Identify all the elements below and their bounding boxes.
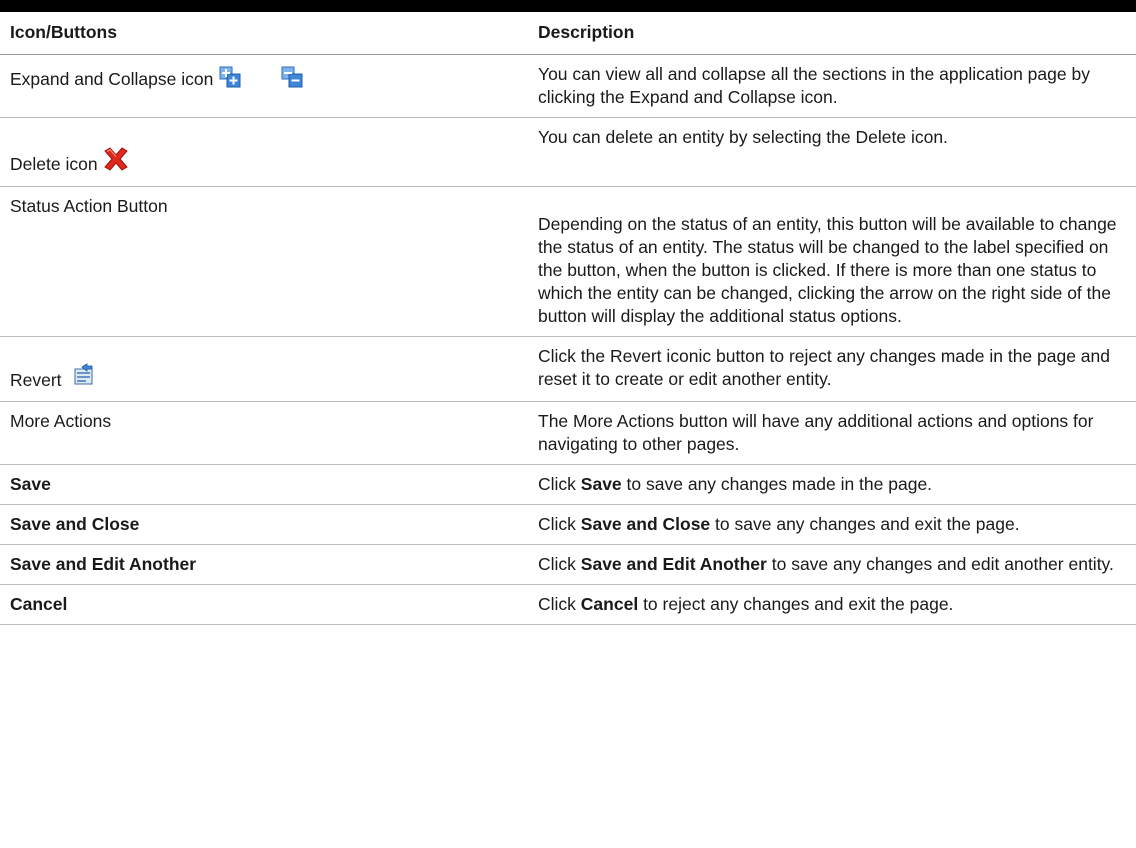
- row-label: Revert: [10, 370, 62, 390]
- row-description: The More Actions button will have any ad…: [528, 401, 1136, 465]
- row-description: Click Save to save any changes made in t…: [528, 464, 1136, 505]
- row-description: Click Save and Close to save any changes…: [528, 504, 1136, 545]
- revert-icon[interactable]: [72, 363, 96, 393]
- top-rule: [0, 0, 1136, 12]
- row-label-cell: Delete icon: [0, 117, 528, 187]
- icons-buttons-table: Icon/Buttons Description Expand and Coll…: [0, 12, 1136, 625]
- row-label: More Actions: [10, 411, 112, 431]
- table-row: More Actions The More Actions button wil…: [0, 401, 1136, 465]
- table-row: Revert Click the Revert iconic button to…: [0, 336, 1136, 402]
- table-row: Delete icon You can delete an entity by …: [0, 117, 1136, 187]
- row-description: You can view all and collapse all the se…: [528, 54, 1136, 118]
- row-label: Save and Edit Another: [0, 544, 528, 585]
- row-label: Status Action Button: [10, 196, 168, 216]
- header-icon-buttons: Icon/Buttons: [0, 12, 528, 55]
- header-description: Description: [528, 12, 1136, 55]
- row-label: Cancel: [0, 584, 528, 625]
- table-row: Cancel Click Cancel to reject any change…: [0, 584, 1136, 625]
- row-description: Click Cancel to reject any changes and e…: [528, 584, 1136, 625]
- row-label-cell: Expand and Collapse icon: [0, 54, 528, 118]
- row-label-cell: More Actions: [0, 401, 528, 465]
- row-label-cell: Status Action Button: [0, 186, 528, 337]
- delete-icon[interactable]: [102, 146, 130, 178]
- collapse-icon[interactable]: [280, 65, 304, 95]
- table-row: Status Action Button Depending on the st…: [0, 186, 1136, 337]
- row-description: Depending on the status of an entity, th…: [528, 186, 1136, 337]
- row-description: Click the Revert iconic button to reject…: [528, 336, 1136, 402]
- row-label: Save and Close: [0, 504, 528, 545]
- expand-icon[interactable]: [218, 65, 242, 95]
- row-label: Delete icon: [10, 154, 98, 174]
- table-row: Save and Close Click Save and Close to s…: [0, 504, 1136, 545]
- table-header-row: Icon/Buttons Description: [0, 12, 1136, 55]
- row-description: Click Save and Edit Another to save any …: [528, 544, 1136, 585]
- row-label: Expand and Collapse icon: [10, 69, 214, 89]
- row-description: You can delete an entity by selecting th…: [528, 117, 1136, 187]
- table-row: Save Click Save to save any changes made…: [0, 464, 1136, 505]
- table-row: Expand and Collapse icon You can view al…: [0, 54, 1136, 118]
- row-label: Save: [0, 464, 528, 505]
- table-row: Save and Edit Another Click Save and Edi…: [0, 544, 1136, 585]
- row-label-cell: Revert: [0, 336, 528, 402]
